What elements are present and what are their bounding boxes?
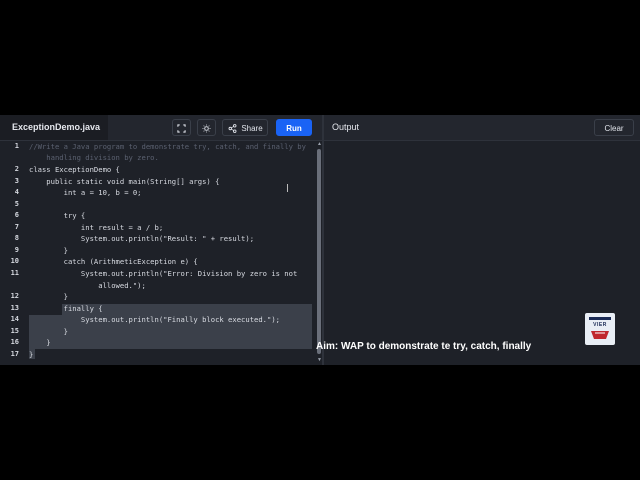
code-line: class ExceptionDemo { <box>29 165 120 174</box>
line-number: 12 <box>10 292 19 300</box>
line-number: 3 <box>14 177 19 185</box>
code-line: System.out.println("Result: " + result); <box>29 234 255 243</box>
code-line: allowed."); <box>29 281 146 290</box>
share-button[interactable]: Share <box>222 119 268 136</box>
line-number: 14 <box>10 315 19 323</box>
output-header: Output Clear <box>324 115 640 141</box>
line-number: 1 <box>14 142 19 150</box>
editor-pane: ExceptionDemo.java Share Run 1 2 3 4 5 6… <box>0 115 322 365</box>
line-number-gutter: 1 2 3 4 5 6 7 8 9 10 11 12 13 14 15 16 1… <box>0 141 24 365</box>
line-number: 13 <box>10 304 19 312</box>
code-line: try { <box>29 211 86 220</box>
line-number: 10 <box>10 257 19 265</box>
logo-emblem-icon <box>589 317 611 339</box>
line-number: 16 <box>10 338 19 346</box>
code-line: int a = 10, b = 0; <box>29 188 142 197</box>
line-number: 2 <box>14 165 19 173</box>
scrollbar-thumb[interactable] <box>317 149 321 354</box>
code-line: } <box>29 350 34 359</box>
line-number: 4 <box>14 188 19 196</box>
code-line: finally { <box>29 304 103 313</box>
code-line: } <box>29 327 68 336</box>
line-number: 9 <box>14 246 19 254</box>
editor-toolbar: ExceptionDemo.java Share Run <box>0 115 322 141</box>
line-number: 7 <box>14 223 19 231</box>
code-line: } <box>29 292 68 301</box>
file-tab[interactable]: ExceptionDemo.java <box>0 115 108 140</box>
sun-icon <box>202 124 211 133</box>
line-number: 11 <box>10 269 19 277</box>
output-title: Output <box>332 122 360 132</box>
code-line: handling division by zero. <box>29 153 159 162</box>
fullscreen-button[interactable] <box>172 119 191 136</box>
logo-text: VIER <box>593 322 607 328</box>
code-line: } <box>29 246 68 255</box>
code-line: public static void main(String[] args) { <box>29 177 220 186</box>
run-button[interactable]: Run <box>276 119 312 136</box>
code-line: System.out.println("Finally block execut… <box>29 315 280 324</box>
line-number: 17 <box>10 350 19 358</box>
share-label: Share <box>241 124 263 133</box>
line-number: 5 <box>14 200 19 208</box>
fullscreen-icon <box>177 124 186 133</box>
clear-button[interactable]: Clear <box>594 119 634 136</box>
mouse-cursor-icon <box>287 184 291 192</box>
online-java-compiler: ExceptionDemo.java Share Run 1 2 3 4 5 6… <box>0 115 640 365</box>
video-caption: Aim: WAP to demonstrate te try, catch, f… <box>316 341 532 352</box>
code-editor[interactable]: 1 2 3 4 5 6 7 8 9 10 11 12 13 14 15 16 1… <box>0 141 322 365</box>
code-line: //Write a Java program to demonstrate tr… <box>29 142 306 151</box>
theme-toggle-button[interactable] <box>197 119 216 136</box>
share-icon <box>228 124 237 133</box>
line-number: 15 <box>10 327 19 335</box>
code-line: } <box>29 338 51 347</box>
line-number: 6 <box>14 211 19 219</box>
logo: VIER <box>585 313 615 345</box>
code-line: System.out.println("Error: Division by z… <box>29 269 298 278</box>
code-line: catch (ArithmeticException e) { <box>29 257 198 266</box>
line-number: 8 <box>14 234 19 242</box>
code-line: int result = a / b; <box>29 223 164 232</box>
